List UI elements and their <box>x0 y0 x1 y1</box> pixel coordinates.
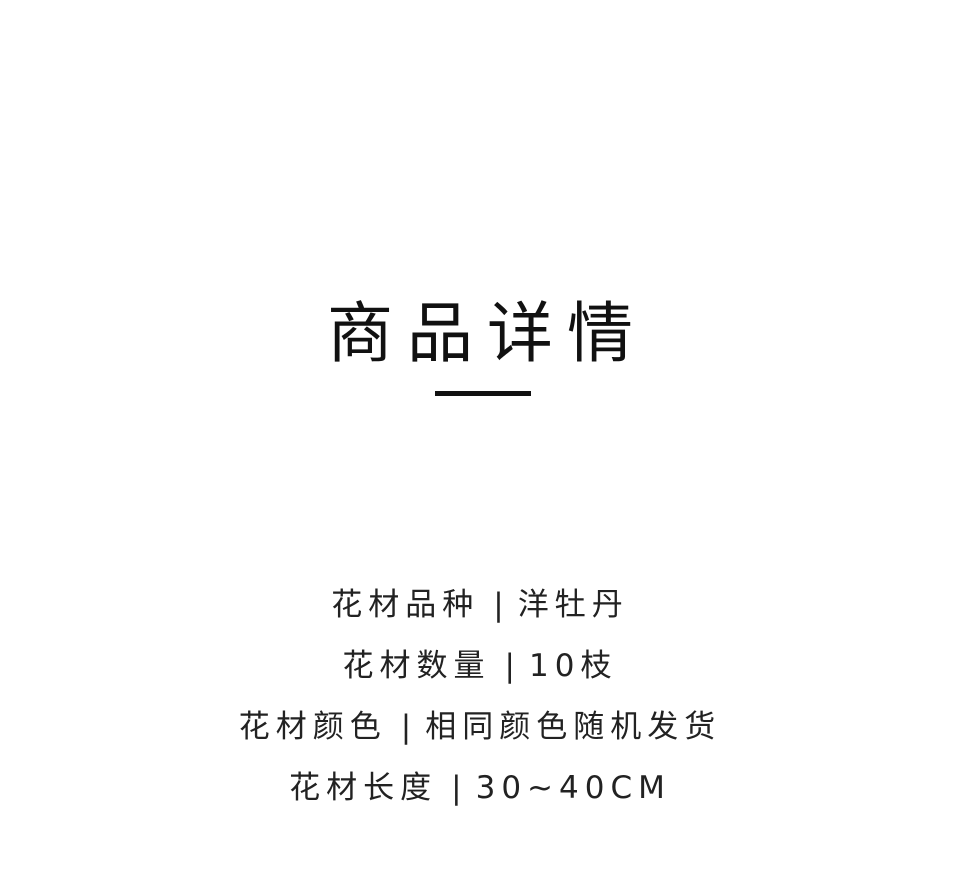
spec-row-color: 花材颜色 | 相同颜色随机发货 <box>0 697 960 758</box>
spec-row-variety: 花材品种 | 洋牡丹 <box>0 575 960 636</box>
spec-separator: | <box>400 709 412 745</box>
spec-value: 30~40CM <box>475 770 671 806</box>
spec-value: 相同颜色随机发货 <box>425 709 722 745</box>
spec-label: 花材颜色 <box>238 709 387 745</box>
spec-row-length: 花材长度 | 30~40CM <box>0 758 960 819</box>
title-divider <box>435 391 531 396</box>
spec-row-quantity: 花材数量 | 10枝 <box>0 636 960 697</box>
product-detail-page: 商品详情 花材品种 | 洋牡丹 花材数量 | 10枝 花材颜色 | 相同颜色随机发货 花材长… <box>0 0 960 879</box>
spec-separator: | <box>504 648 515 684</box>
spec-label: 花材长度 <box>289 770 438 806</box>
spec-separator: | <box>493 587 504 623</box>
spec-value: 10枝 <box>529 648 618 684</box>
spec-separator: | <box>451 770 462 806</box>
spec-list: 花材品种 | 洋牡丹 花材数量 | 10枝 花材颜色 | 相同颜色随机发货 花材长度 | 30~… <box>0 575 960 819</box>
spec-label: 花材数量 <box>342 648 491 684</box>
page-title: 商品详情 <box>327 295 647 373</box>
spec-value: 洋牡丹 <box>517 587 629 623</box>
spec-label: 花材品种 <box>331 587 480 623</box>
